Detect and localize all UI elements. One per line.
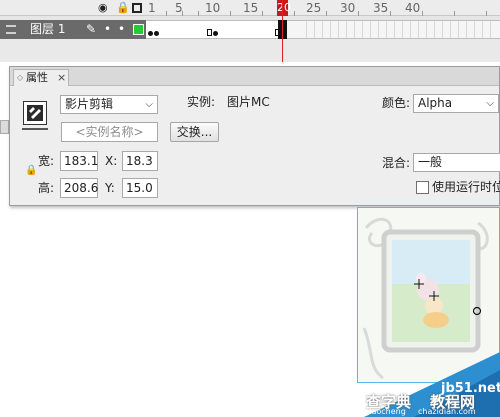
watermark-sub-left: jiaocheng <box>367 407 406 416</box>
watermark-sub-right: chazidian.com <box>418 407 476 416</box>
